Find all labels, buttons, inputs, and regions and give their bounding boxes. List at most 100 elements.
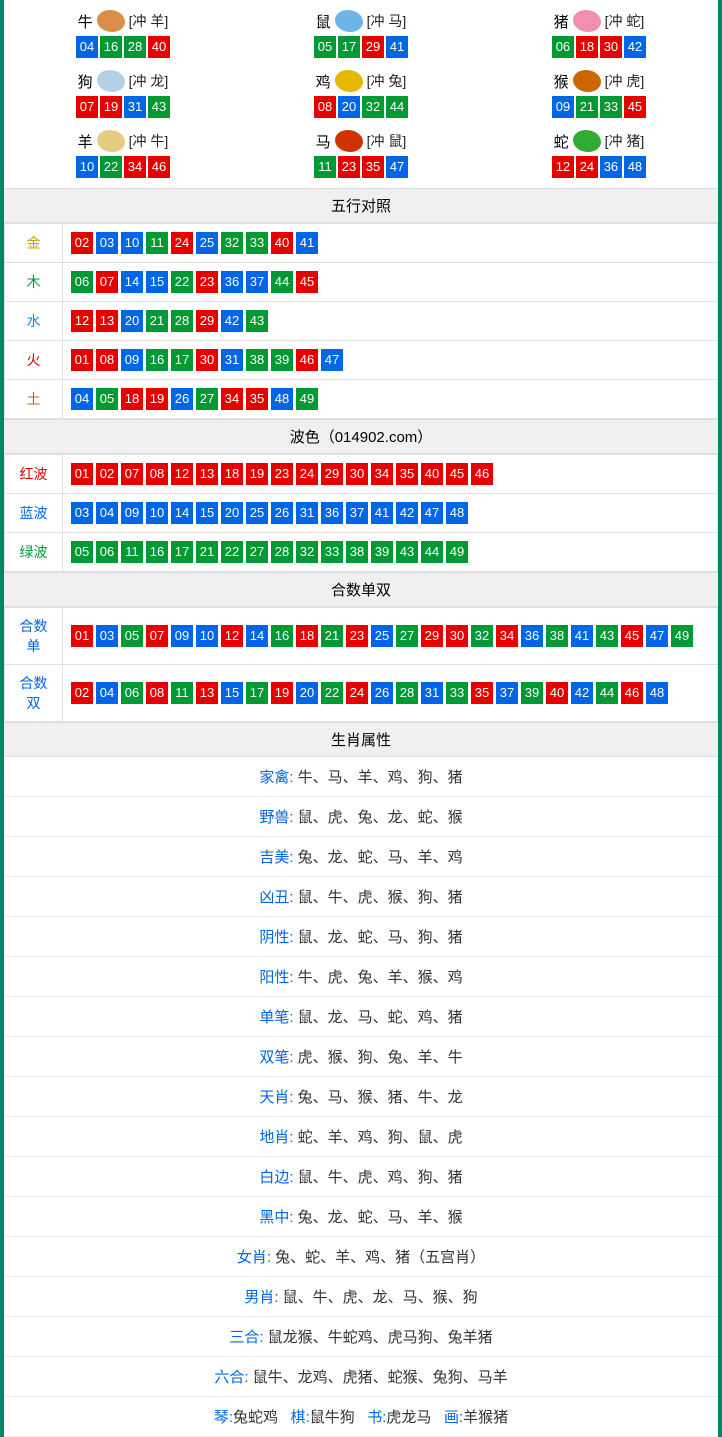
- number-ball: 41: [296, 232, 318, 254]
- number-ball: 40: [271, 232, 293, 254]
- number-ball: 07: [76, 96, 98, 118]
- number-ball: 02: [71, 232, 93, 254]
- number-ball: 31: [124, 96, 146, 118]
- number-ball: 34: [124, 156, 146, 178]
- zodiac-cell: 猴[冲 虎]09213345: [480, 64, 718, 124]
- number-ball: 15: [146, 271, 168, 293]
- number-ball: 33: [600, 96, 622, 118]
- number-ball: 44: [596, 682, 618, 704]
- number-ball: 33: [246, 232, 268, 254]
- row-balls: 06071415222336374445: [63, 263, 718, 302]
- number-ball: 09: [121, 502, 143, 524]
- number-ball: 26: [171, 388, 193, 410]
- number-ball: 02: [96, 463, 118, 485]
- footer-value: 鼠牛狗: [310, 1409, 355, 1426]
- number-ball: 02: [71, 682, 93, 704]
- zodiac-name: 猪: [554, 11, 569, 32]
- zodiac-icon: [335, 10, 363, 32]
- number-ball: 39: [521, 682, 543, 704]
- table-row: 绿波05061116172122272832333839434449: [5, 533, 718, 572]
- number-ball: 36: [600, 156, 622, 178]
- table-row: 红波0102070812131819232429303435404546: [5, 455, 718, 494]
- attr-value: 兔、马、猴、猪、牛、龙: [298, 1089, 463, 1106]
- number-ball: 49: [296, 388, 318, 410]
- number-ball: 45: [296, 271, 318, 293]
- zodiac-name: 牛: [78, 11, 93, 32]
- number-ball: 21: [146, 310, 168, 332]
- attr-row: 阳性: 牛、虎、兔、羊、猴、鸡: [4, 957, 718, 997]
- number-ball: 24: [171, 232, 193, 254]
- zodiac-name: 蛇: [554, 131, 569, 152]
- number-ball: 30: [446, 625, 468, 647]
- attr-value: 兔、蛇、羊、鸡、猪（五宫肖）: [275, 1249, 485, 1266]
- number-ball: 01: [71, 463, 93, 485]
- number-ball: 18: [296, 625, 318, 647]
- number-ball: 22: [171, 271, 193, 293]
- zodiac-cell: 马[冲 鼠]11233547: [242, 124, 480, 184]
- number-ball: 06: [121, 682, 143, 704]
- number-ball: 33: [446, 682, 468, 704]
- number-ball: 30: [196, 349, 218, 371]
- attr-row: 三合: 鼠龙猴、牛蛇鸡、虎马狗、兔羊猪: [4, 1317, 718, 1357]
- attr-row: 单笔: 鼠、龙、马、蛇、鸡、猪: [4, 997, 718, 1037]
- number-ball: 47: [646, 625, 668, 647]
- row-balls: 04051819262734354849: [63, 380, 718, 419]
- zodiac-cell: 猪[冲 蛇]06183042: [480, 4, 718, 64]
- number-ball: 38: [346, 541, 368, 563]
- attr-row: 家禽: 牛、马、羊、鸡、狗、猪: [4, 757, 718, 797]
- number-ball: 23: [338, 156, 360, 178]
- number-ball: 08: [96, 349, 118, 371]
- row-balls: 0204060811131517192022242628313335373940…: [63, 665, 718, 722]
- number-ball: 21: [196, 541, 218, 563]
- number-ball: 14: [246, 625, 268, 647]
- number-ball: 28: [171, 310, 193, 332]
- number-ball: 16: [146, 349, 168, 371]
- zodiac-name: 鼠: [316, 11, 331, 32]
- zodiac-numbers: 12243648: [480, 156, 718, 178]
- attr-value: 鼠牛、龙鸡、虎猪、蛇猴、兔狗、马羊: [253, 1369, 508, 1386]
- table-row: 合数单0103050709101214161821232527293032343…: [5, 608, 718, 665]
- attr-row: 地肖: 蛇、羊、鸡、狗、鼠、虎: [4, 1117, 718, 1157]
- zodiac-icon: [573, 70, 601, 92]
- number-ball: 21: [576, 96, 598, 118]
- number-ball: 20: [221, 502, 243, 524]
- zodiac-clash: [冲 龙]: [129, 71, 169, 91]
- row-balls: 0103050709101214161821232527293032343638…: [63, 608, 718, 665]
- number-ball: 27: [196, 388, 218, 410]
- row-label: 土: [5, 380, 63, 419]
- zodiac-clash: [冲 牛]: [129, 131, 169, 151]
- number-ball: 11: [171, 682, 193, 704]
- number-ball: 43: [246, 310, 268, 332]
- attr-row: 男肖: 鼠、牛、虎、龙、马、猴、狗: [4, 1277, 718, 1317]
- number-ball: 17: [246, 682, 268, 704]
- attr-value: 鼠、牛、虎、猴、狗、猪: [298, 889, 463, 906]
- number-ball: 43: [148, 96, 170, 118]
- number-ball: 13: [96, 310, 118, 332]
- number-ball: 21: [321, 625, 343, 647]
- attr-list: 家禽: 牛、马、羊、鸡、狗、猪野兽: 鼠、虎、兔、龙、蛇、猴吉美: 兔、龙、蛇、…: [4, 757, 718, 1397]
- number-ball: 49: [671, 625, 693, 647]
- number-ball: 42: [221, 310, 243, 332]
- number-ball: 12: [221, 625, 243, 647]
- number-ball: 18: [121, 388, 143, 410]
- number-ball: 20: [121, 310, 143, 332]
- attr-value: 虎、猴、狗、兔、羊、牛: [298, 1049, 463, 1066]
- number-ball: 35: [396, 463, 418, 485]
- zodiac-grid: 牛[冲 羊]04162840鼠[冲 马]05172941猪[冲 蛇]061830…: [4, 0, 718, 188]
- row-balls: 03040910141520252631363741424748: [63, 494, 718, 533]
- zodiac-icon: [573, 130, 601, 152]
- attr-key: 凶丑:: [259, 889, 293, 906]
- zodiac-clash: [冲 兔]: [367, 71, 407, 91]
- section-header-bose: 波色（014902.com）: [4, 419, 718, 454]
- number-ball: 42: [624, 36, 646, 58]
- number-ball: 31: [296, 502, 318, 524]
- number-ball: 19: [100, 96, 122, 118]
- number-ball: 32: [221, 232, 243, 254]
- number-ball: 19: [271, 682, 293, 704]
- zodiac-cell: 牛[冲 羊]04162840: [4, 4, 242, 64]
- number-ball: 23: [271, 463, 293, 485]
- row-balls: 0102070812131819232429303435404546: [63, 455, 718, 494]
- number-ball: 44: [421, 541, 443, 563]
- number-ball: 14: [171, 502, 193, 524]
- number-ball: 25: [371, 625, 393, 647]
